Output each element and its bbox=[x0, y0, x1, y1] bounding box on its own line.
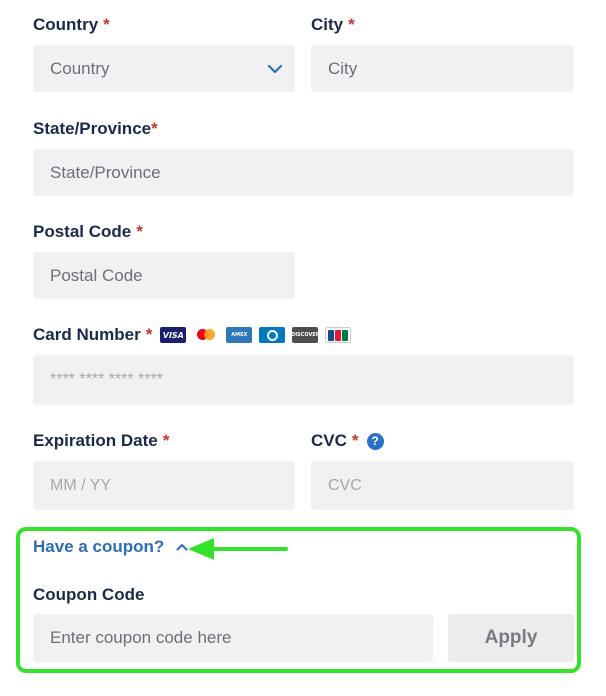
state-label-text: State/Province bbox=[33, 119, 152, 138]
country-label-text: Country bbox=[33, 15, 99, 34]
required-marker: * bbox=[136, 222, 143, 241]
card-number-input[interactable]: **** **** **** **** bbox=[33, 355, 574, 405]
card-brand-icons: VISA AMEX DISCOVER bbox=[160, 327, 352, 343]
discover-icon: DISCOVER bbox=[291, 327, 320, 343]
help-icon[interactable]: ? bbox=[366, 432, 384, 450]
cvc-input[interactable]: CVC bbox=[311, 461, 574, 510]
required-marker: * bbox=[351, 431, 359, 450]
jcb-icon bbox=[325, 327, 352, 343]
card-number-label-text: Card Number bbox=[33, 325, 141, 344]
required-marker: * bbox=[145, 325, 153, 344]
postal-input[interactable]: Postal Code bbox=[33, 252, 295, 299]
required-marker: * bbox=[151, 119, 158, 138]
mastercard-icon bbox=[193, 327, 220, 343]
coupon-code-input[interactable]: Enter coupon code here bbox=[33, 614, 433, 662]
country-label: Country * bbox=[33, 15, 110, 35]
expiration-label: Expiration Date * bbox=[33, 431, 169, 451]
chevron-down-icon bbox=[267, 64, 283, 73]
country-select-value: Country bbox=[50, 58, 110, 78]
city-label-text: City bbox=[311, 15, 344, 34]
coupon-toggle-link[interactable]: Have a coupon? bbox=[33, 537, 188, 557]
required-marker: * bbox=[348, 15, 355, 34]
country-select[interactable]: Country bbox=[33, 45, 295, 92]
state-input[interactable]: State/Province bbox=[33, 149, 574, 196]
coupon-code-placeholder: Enter coupon code here bbox=[50, 628, 232, 647]
state-input-placeholder: State/Province bbox=[50, 162, 161, 182]
cvc-placeholder: CVC bbox=[328, 476, 362, 494]
apply-button[interactable]: Apply bbox=[448, 614, 574, 662]
postal-label-text: Postal Code bbox=[33, 222, 132, 241]
coupon-code-label-text: Coupon Code bbox=[33, 585, 145, 604]
annotation-arrow-icon bbox=[188, 538, 288, 560]
required-marker: * bbox=[103, 15, 110, 34]
amex-icon: AMEX bbox=[226, 327, 253, 343]
coupon-toggle-label: Have a coupon? bbox=[33, 537, 165, 556]
card-number-label: Card Number * VISA AMEX DISCOVER bbox=[33, 325, 352, 345]
chevron-up-icon bbox=[176, 544, 188, 551]
coupon-code-label: Coupon Code bbox=[33, 585, 144, 605]
postal-input-placeholder: Postal Code bbox=[50, 265, 143, 285]
city-input[interactable]: City bbox=[311, 45, 574, 92]
expiration-input[interactable]: MM / YY bbox=[33, 461, 295, 510]
card-number-placeholder: **** **** **** **** bbox=[50, 371, 163, 388]
city-label: City * bbox=[311, 15, 355, 35]
city-input-placeholder: City bbox=[328, 58, 358, 78]
state-label: State/Province * bbox=[33, 119, 158, 139]
required-marker: * bbox=[162, 431, 170, 450]
cvc-label: CVC * ? bbox=[311, 431, 384, 451]
postal-label: Postal Code * bbox=[33, 222, 143, 242]
diners-club-icon bbox=[259, 327, 286, 343]
expiration-placeholder: MM / YY bbox=[50, 476, 112, 494]
visa-icon: VISA bbox=[160, 327, 187, 343]
expiration-label-text: Expiration Date bbox=[33, 431, 158, 450]
cvc-label-text: CVC bbox=[311, 431, 347, 450]
